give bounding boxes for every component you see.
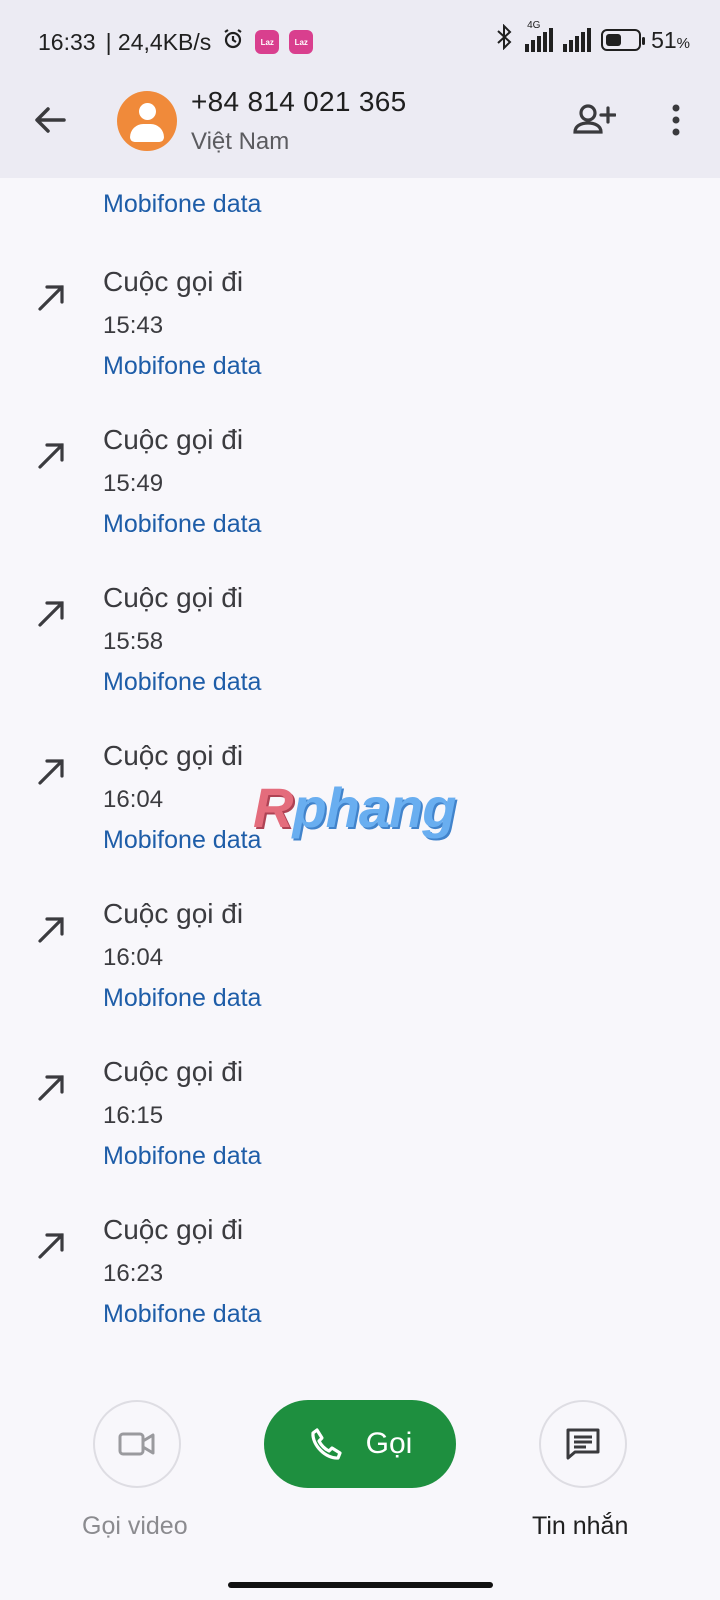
top-app-bar: 16:33 | 24,4KB/s Laz Laz 4G 51% +84 814 …: [0, 0, 720, 178]
message-label: Tin nhắn: [532, 1512, 629, 1540]
person-icon-head: [139, 103, 156, 120]
call-time: 15:58: [103, 628, 164, 655]
home-indicator[interactable]: [228, 1582, 493, 1588]
outgoing-call-icon: [38, 601, 64, 627]
bottom-action-bar: Gọi Gọi video Tin nhắn: [0, 1390, 720, 1600]
call-network-partial: Mobifone data: [103, 190, 262, 218]
contact-region: Việt Nam: [191, 128, 290, 155]
status-bar: 16:33 | 24,4KB/s Laz Laz 4G 51%: [0, 0, 720, 80]
watermark-first-letter: R: [253, 776, 293, 839]
signal-bars-2: [563, 28, 592, 52]
add-contact-button[interactable]: [572, 100, 617, 140]
battery-value: 51: [651, 26, 677, 53]
battery-fill: [606, 34, 622, 46]
call-type: Cuộc gọi đi: [103, 898, 244, 929]
call-item-1: Cuộc gọi đi 15:43 Mobifone data: [0, 246, 720, 404]
phone-icon: [311, 1428, 342, 1460]
outgoing-call-icon: [38, 917, 64, 943]
outgoing-call-icon: [38, 1233, 64, 1259]
call-network: Mobifone data: [103, 668, 262, 696]
signal-bars-1: [525, 28, 554, 52]
call-item-5: Cuộc gọi đi 16:04 Mobifone data: [0, 878, 720, 1036]
call-item-7: Cuộc gọi đi 16:23 Mobifone data: [0, 1194, 720, 1352]
watermark-rest: phang: [292, 776, 456, 839]
call-network: Mobifone data: [103, 826, 262, 854]
add-person-icon: [573, 104, 617, 134]
more-options-button[interactable]: [664, 100, 688, 140]
call-time: 16:15: [103, 1102, 164, 1129]
watermark-logo: Rphang: [253, 775, 456, 840]
more-vert-icon: [672, 104, 680, 136]
outgoing-call-icon: [38, 759, 64, 785]
contact-phone-number: +84 814 021 365: [191, 86, 407, 117]
battery-unit: %: [676, 34, 690, 52]
person-icon-body: [130, 124, 164, 142]
outgoing-call-icon: [38, 443, 64, 469]
call-type: Cuộc gọi đi: [103, 1214, 244, 1245]
call-time: 16:04: [103, 786, 164, 813]
back-button[interactable]: [30, 100, 70, 140]
call-button[interactable]: Gọi: [264, 1400, 456, 1488]
outgoing-call-icon: [38, 285, 64, 311]
battery-percent: 51%: [651, 27, 690, 54]
status-time: 16:33: [38, 28, 96, 55]
call-button-label: Gọi: [365, 1427, 413, 1460]
lazada-icon: Laz: [255, 30, 280, 54]
battery-icon: [601, 29, 646, 51]
alarm-icon: [221, 27, 245, 57]
call-item-2: Cuộc gọi đi 15:49 Mobifone data: [0, 404, 720, 562]
network-type-label: 4G: [527, 20, 541, 31]
signal-4g-icon: 4G: [525, 20, 554, 52]
contact-avatar[interactable]: [117, 91, 177, 151]
message-button[interactable]: [539, 1400, 627, 1488]
call-network: Mobifone data: [103, 1300, 262, 1328]
network-speed: | 24,4KB/s: [105, 28, 212, 55]
status-right: 4G 51%: [495, 20, 690, 56]
bluetooth-icon: [495, 23, 515, 56]
call-network: Mobifone data: [103, 510, 262, 538]
call-network: Mobifone data: [103, 1142, 262, 1170]
video-call-button[interactable]: [93, 1400, 181, 1488]
call-time: 15:43: [103, 312, 164, 339]
call-type: Cuộc gọi đi: [103, 740, 244, 771]
call-type: Cuộc gọi đi: [103, 424, 244, 455]
video-call-label: Gọi video: [82, 1512, 188, 1540]
status-left: 16:33 | 24,4KB/s Laz Laz: [38, 27, 314, 57]
call-time: 16:04: [103, 944, 164, 971]
message-icon: [566, 1428, 600, 1460]
call-type: Cuộc gọi đi: [103, 582, 244, 613]
back-arrow-icon: [35, 107, 66, 133]
call-item-6: Cuộc gọi đi 16:15 Mobifone data: [0, 1036, 720, 1194]
call-network: Mobifone data: [103, 984, 262, 1012]
call-type: Cuộc gọi đi: [103, 266, 244, 297]
call-time: 16:23: [103, 1260, 164, 1287]
outgoing-call-icon: [38, 1075, 64, 1101]
call-network: Mobifone data: [103, 352, 262, 380]
call-time: 15:49: [103, 470, 164, 497]
lazada-icon-2: Laz: [289, 30, 314, 54]
call-type: Cuộc gọi đi: [103, 1056, 244, 1087]
videocam-icon: [118, 1432, 155, 1456]
call-item-3: Cuộc gọi đi 15:58 Mobifone data: [0, 562, 720, 720]
